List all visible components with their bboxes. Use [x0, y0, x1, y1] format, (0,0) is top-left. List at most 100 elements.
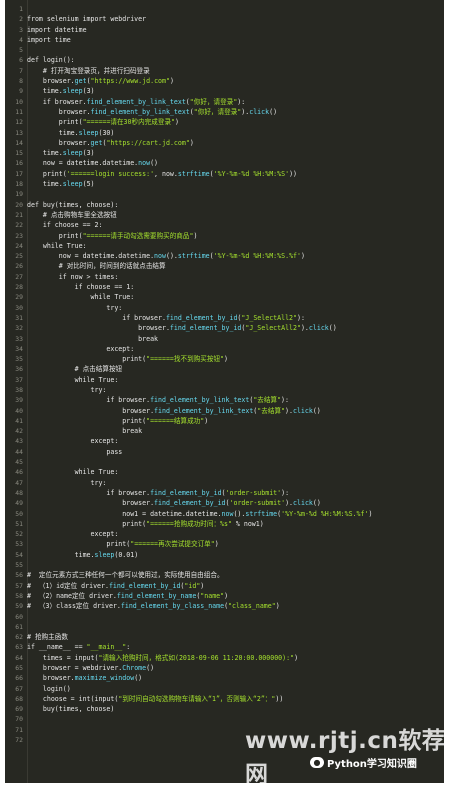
line-text: browser.find_element_by_link_text("你好，请登… — [27, 107, 278, 116]
line-number: 68 — [15, 694, 23, 703]
code-line[interactable]: 40 browser.find_element_by_link_text("去结… — [5, 406, 444, 416]
code-line[interactable]: 7 # 打开淘宝登录页，并进行扫码登录 — [5, 66, 444, 76]
code-line[interactable]: 35 print("======找不到购买按钮") — [5, 354, 444, 364]
code-line[interactable]: 27 if now > times: — [5, 272, 444, 282]
code-line[interactable]: 67 login() — [5, 684, 444, 694]
code-line[interactable]: 68 choose = int(input("到时间自动勾选购物车请输入“1”，… — [5, 694, 444, 704]
line-text: now = datetime.datetime.now() — [27, 159, 159, 168]
line-number: 72 — [15, 736, 23, 745]
code-line[interactable]: 46 while True: — [5, 467, 444, 477]
code-line[interactable]: 25 now = datetime.datetime.now().strftim… — [5, 251, 444, 261]
code-line[interactable]: 65 browser = webdriver.Chrome() — [5, 663, 444, 673]
code-line[interactable]: 11 browser.find_element_by_link_text("你好… — [5, 107, 444, 117]
code-line[interactable]: 19 — [5, 189, 444, 199]
code-line[interactable]: 52 except: — [5, 529, 444, 539]
code-line[interactable]: 41 print("======结算成功") — [5, 416, 444, 426]
code-line[interactable]: 49 browser.find_element_by_id('order-sub… — [5, 498, 444, 508]
code-line[interactable]: 9 time.sleep(3) — [5, 86, 444, 96]
code-line[interactable]: 53 print("======再次尝试提交订单") — [5, 539, 444, 549]
line-number: 34 — [15, 344, 23, 353]
line-number: 44 — [15, 447, 23, 456]
code-line[interactable]: 20 def buy(times, choose): — [5, 200, 444, 210]
code-line[interactable]: 30 try: — [5, 303, 444, 313]
code-line[interactable]: 55 — [5, 560, 444, 570]
code-line[interactable]: 31 if browser.find_element_by_id("J_Sele… — [5, 313, 444, 323]
code-line[interactable]: 58 # （2）name定位 driver.find_element_by_nam… — [5, 591, 444, 601]
code-line[interactable]: 66 browser.maximize_window() — [5, 673, 444, 683]
code-line[interactable]: 59 # （3）class定位 driver.find_element_by_cl… — [5, 601, 444, 611]
code-line[interactable]: 64 times = input("请输入抢购时间，格式如(2018-09-06… — [5, 653, 444, 663]
code-line[interactable]: 51 print("======抢购成功时间：%s" % now1) — [5, 519, 444, 529]
line-text: time.sleep(5) — [27, 180, 95, 189]
code-line[interactable]: 17 print('======login success:', now.str… — [5, 169, 444, 179]
line-number: 11 — [15, 107, 23, 116]
code-line[interactable]: 37 while True: — [5, 375, 444, 385]
code-line[interactable]: 5 — [5, 45, 444, 55]
code-line[interactable]: 36 # 点击结算按钮 — [5, 364, 444, 374]
code-line[interactable]: 24 while True: — [5, 241, 444, 251]
code-editor[interactable]: 1 2 from selenium import webdriver 3 import … — [5, 0, 444, 783]
line-text: browser.get("https://cart.jd.com") — [27, 138, 194, 147]
code-line[interactable]: 50 now1 = datetime.datetime.now().strfti… — [5, 509, 444, 519]
code-line[interactable]: 3 import datetime — [5, 25, 444, 35]
code-line[interactable]: 6 def login(): — [5, 55, 444, 65]
line-text: break — [27, 427, 143, 436]
wechat-badge: ● Python学习知识圈 — [310, 752, 417, 772]
code-line[interactable]: 47 try: — [5, 478, 444, 488]
line-text: pass — [27, 447, 123, 456]
code-line[interactable]: 38 try: — [5, 385, 444, 395]
code-line[interactable]: 1 — [5, 4, 444, 14]
line-number: 67 — [15, 684, 23, 693]
code-line[interactable]: 43 except: — [5, 436, 444, 446]
line-text: if choose == 1: — [27, 283, 135, 292]
line-number: 46 — [15, 468, 23, 477]
code-line[interactable]: 12 print("======请在30秒内完成登录") — [5, 117, 444, 127]
code-line[interactable]: 42 break — [5, 426, 444, 436]
code-line[interactable]: 32 browser.find_element_by_id("J_SelectA… — [5, 323, 444, 333]
code-line[interactable]: 13 time.sleep(30) — [5, 128, 444, 138]
badge-label: Python学习知识圈 — [327, 758, 417, 770]
code-line[interactable]: 39 if browser.find_element_by_link_text(… — [5, 395, 444, 405]
code-line[interactable]: 33 break — [5, 334, 444, 344]
line-number: 36 — [15, 365, 23, 374]
code-line[interactable]: 63 if __name__ == "__main__": — [5, 642, 444, 652]
line-text: if choose == 2: — [27, 221, 103, 230]
code-line[interactable]: 44 pass — [5, 447, 444, 457]
line-text: if browser.find_element_by_id('order-sub… — [27, 488, 290, 497]
code-line[interactable]: 14 browser.get("https://cart.jd.com") — [5, 138, 444, 148]
code-line[interactable]: 10 if browser.find_element_by_link_text(… — [5, 97, 444, 107]
code-line[interactable]: 26 # 对比时间，时间到的话就点击结算 — [5, 261, 444, 271]
line-number: 66 — [15, 674, 23, 683]
code-line[interactable]: 29 while True: — [5, 292, 444, 302]
code-line[interactable]: 54 time.sleep(0.01) — [5, 550, 444, 560]
code-line[interactable]: 16 now = datetime.datetime.now() — [5, 158, 444, 168]
code-line[interactable]: 56 # 定位元素方式三种任何一个都可以使用过，实际使用自由组合。 — [5, 570, 444, 580]
code-line[interactable]: 15 time.sleep(3) — [5, 148, 444, 158]
code-line[interactable]: 34 except: — [5, 344, 444, 354]
code-line[interactable]: 2 from selenium import webdriver — [5, 14, 444, 24]
line-number: 14 — [15, 138, 23, 147]
code-line[interactable]: 45 — [5, 457, 444, 467]
code-line[interactable]: 8 browser.get("https://www.jd.com") — [5, 76, 444, 86]
code-line[interactable]: 61 — [5, 622, 444, 632]
code-line[interactable]: 57 # （1）id定位 driver.find_element_by_id("i… — [5, 581, 444, 591]
code-line[interactable]: 69 buy(times, choose) — [5, 704, 444, 714]
line-text: break — [27, 334, 159, 343]
code-line[interactable]: 62 # 抢购主函数 — [5, 632, 444, 642]
code-line[interactable]: 22 if choose == 2: — [5, 220, 444, 230]
line-number: 45 — [15, 458, 23, 467]
code-line[interactable]: 21 # 点击购物车里全选按钮 — [5, 210, 444, 220]
line-text: print("======结算成功") — [27, 416, 209, 425]
line-text: if now > times: — [27, 272, 119, 281]
line-text: if browser.find_element_by_id("J_SelectA… — [27, 313, 305, 322]
line-number: 57 — [15, 581, 23, 590]
code-line[interactable]: 23 print("======请手动勾选需要购买的商品") — [5, 231, 444, 241]
line-number: 17 — [15, 169, 23, 178]
code-line[interactable]: 4 import time — [5, 35, 444, 45]
line-text: while True: — [27, 293, 135, 302]
code-line[interactable]: 28 if choose == 1: — [5, 282, 444, 292]
code-line[interactable]: 60 — [5, 612, 444, 622]
code-line[interactable]: 48 if browser.find_element_by_id('order-… — [5, 488, 444, 498]
code-area[interactable]: 1 2 from selenium import webdriver 3 import … — [5, 4, 444, 745]
code-line[interactable]: 18 time.sleep(5) — [5, 179, 444, 189]
